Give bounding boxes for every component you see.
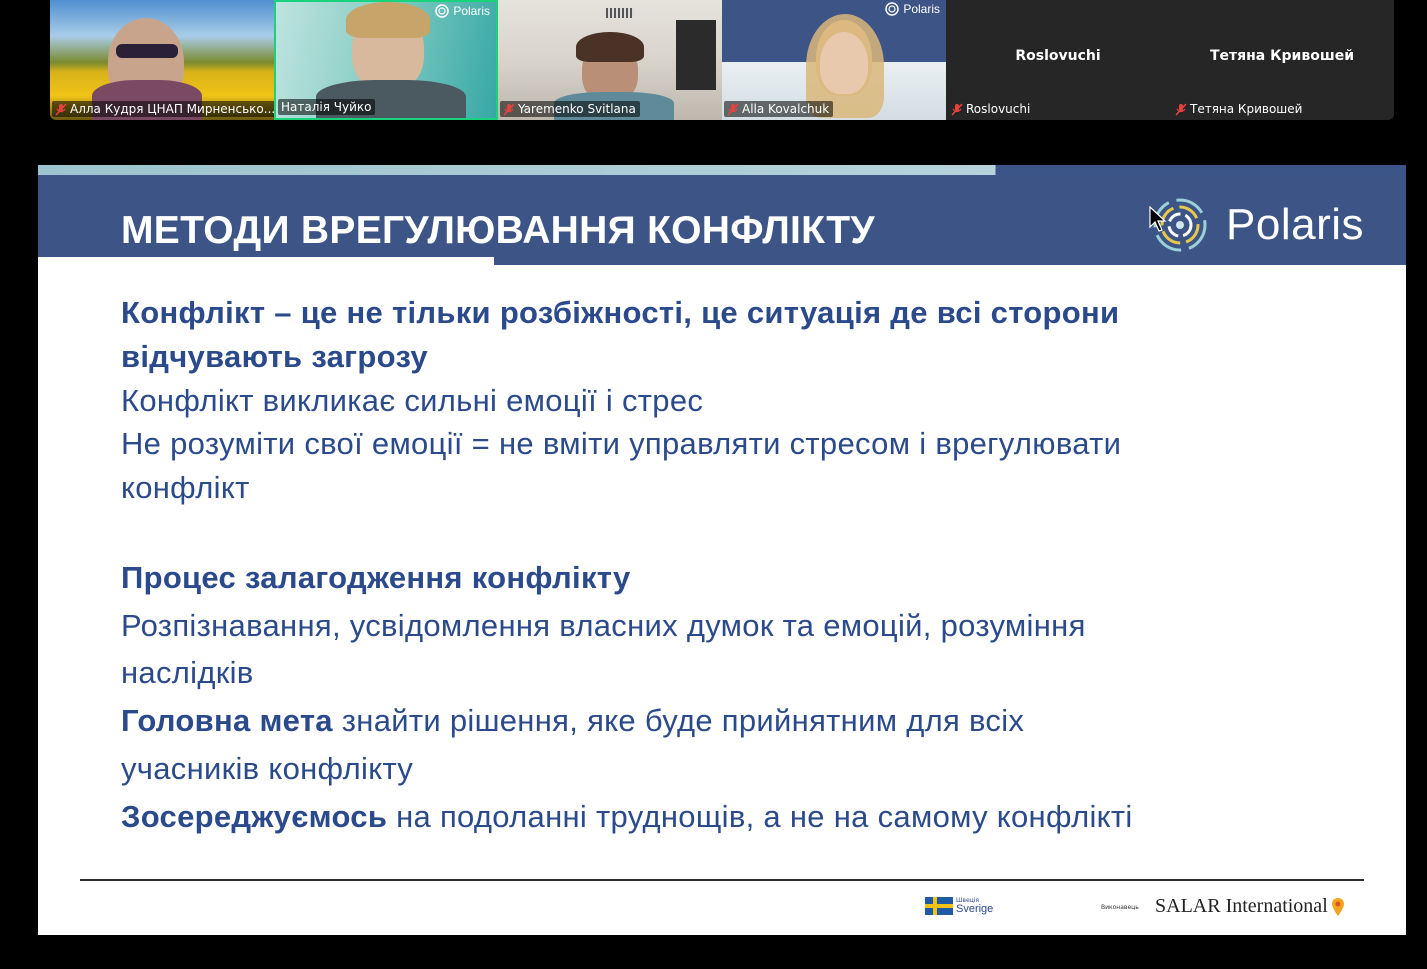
participant-nameplate: Наталія Чуйко: [278, 99, 376, 115]
participant-tile-6[interactable]: Тетяна Кривошей Тетяна Кривошей: [1170, 0, 1394, 120]
slide-body: Конфлікт – це не тільки розбіжності, це …: [121, 295, 1361, 843]
slide-header-accent: [38, 257, 494, 265]
participant-tile-1[interactable]: Алла Кудря ЦНАП Мирненсько...: [50, 0, 274, 120]
slide-line-11: Зосереджуємось на подоланні труднощів, а…: [121, 799, 1133, 834]
slide-footer-logos: Швеція Sverige Виконавець SALAR Internat…: [38, 893, 1406, 923]
participant-strip: Алла Кудря ЦНАП Мирненсько... Polaris На…: [50, 0, 1394, 120]
participant-nameplate: Алла Кудря ЦНАП Мирненсько...: [52, 101, 274, 117]
mic-off-icon: [1175, 102, 1187, 116]
sweden-flag-icon: [925, 897, 953, 915]
participant-tile-2[interactable]: Polaris Наталія Чуйко: [274, 0, 498, 120]
polaris-logo: Polaris: [1144, 197, 1364, 253]
slide-line-8: наслідків: [121, 655, 254, 690]
slide-line-10: учасників конфлікту: [121, 751, 414, 786]
salar-pin-icon: [1331, 897, 1344, 916]
polaris-icon: [435, 4, 450, 18]
slide-footer-divider: [80, 879, 1364, 881]
participant-nameplate: Тетяна Кривошей: [1172, 101, 1306, 117]
ceiling-light: [606, 8, 634, 18]
slide-header: МЕТОДИ ВРЕГУЛЮВАННЯ КОНФЛІКТУ Polaris: [38, 175, 1406, 265]
glasses: [116, 44, 178, 58]
participant-center-name: Roslovuchi: [1015, 48, 1101, 64]
partner-label: Виконавець: [1101, 904, 1139, 911]
slide-line-2: відчувають загрозу: [121, 339, 428, 374]
participant-center-name: Тетяна Кривошей: [1209, 48, 1355, 64]
participant-tile-3[interactable]: Yaremenko Svitlana: [498, 0, 722, 120]
participant-nameplate: Yaremenko Svitlana: [500, 101, 640, 117]
slide-title: МЕТОДИ ВРЕГУЛЮВАННЯ КОНФЛІКТУ: [121, 209, 875, 252]
polaris-icon: [885, 2, 900, 16]
slide-line-1: Конфлікт – це не тільки розбіжності, це …: [121, 295, 1120, 330]
slide-line-3: Конфлікт викликає сильні емоції і стрес: [121, 383, 704, 418]
mouse-cursor-icon: [1149, 206, 1167, 232]
participant-tile-5[interactable]: Roslovuchi Roslovuchi: [946, 0, 1170, 120]
polaris-tile-logo: Polaris: [434, 4, 490, 18]
slide-line-4: Не розуміти свої емоції = не вміти управ…: [121, 426, 1122, 461]
slide-line-7: Розпізнавання, усвідомлення власних думо…: [121, 608, 1086, 643]
slide-line-5: конфлікт: [121, 470, 250, 505]
mic-off-icon: [727, 102, 739, 116]
salar-logo: SALAR International: [1155, 895, 1345, 918]
slide-line-6: Процес залагодження конфлікту: [121, 560, 631, 595]
participant-nameplate: Alla Kovalchuk: [724, 101, 834, 117]
mic-off-icon: [951, 102, 963, 116]
shared-slide: МЕТОДИ ВРЕГУЛЮВАННЯ КОНФЛІКТУ Polaris Ко…: [38, 165, 1406, 935]
slide-line-9: Головна мета знайти рішення, яке буде пр…: [121, 703, 1025, 738]
participant-nameplate: Roslovuchi: [948, 101, 1034, 117]
polaris-tile-logo: Polaris: [884, 2, 940, 16]
participant-tile-4[interactable]: Polaris Alla Kovalchuk: [722, 0, 946, 120]
mic-off-icon: [503, 102, 515, 116]
mic-off-icon: [55, 102, 67, 116]
sweden-logo: Швеція Sverige: [925, 897, 993, 915]
